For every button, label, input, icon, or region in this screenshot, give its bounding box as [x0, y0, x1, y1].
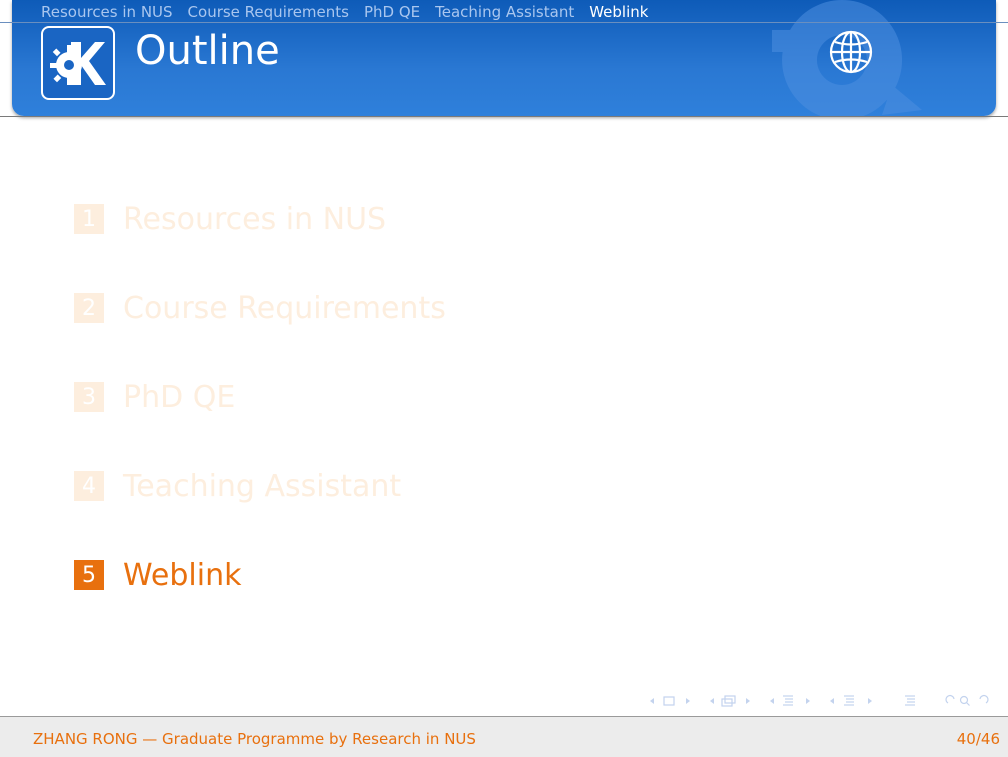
- toc-label: Course Requirements: [123, 290, 446, 326]
- toc-label: PhD QE: [123, 379, 236, 415]
- nav-item-course-requirements[interactable]: Course Requirements: [188, 3, 349, 21]
- toc-number: 5: [74, 560, 104, 590]
- toc-label: Weblink: [123, 557, 242, 593]
- kde-logo-icon: [41, 26, 115, 100]
- globe-icon: [829, 30, 873, 74]
- nav-search-icon[interactable]: [959, 695, 970, 706]
- toc-number: 2: [74, 293, 104, 323]
- toc-item-current[interactable]: 5 Weblink: [74, 557, 242, 593]
- slide-title: Outline: [135, 28, 280, 74]
- nav-appendix-icon[interactable]: [905, 695, 915, 706]
- nav-frame-icon[interactable]: [650, 696, 690, 706]
- toc-item[interactable]: 3 PhD QE: [74, 379, 236, 415]
- nav-document-icon[interactable]: [830, 695, 872, 706]
- nav-section-icon[interactable]: [770, 695, 810, 706]
- toc-label: Teaching Assistant: [123, 468, 402, 504]
- beamer-navigation-symbols: [646, 693, 996, 709]
- toc-number: 3: [74, 382, 104, 412]
- section-navigation: Resources in NUS Course Requirements PhD…: [41, 3, 648, 21]
- toc-number: 4: [74, 471, 104, 501]
- nav-back-icon[interactable]: [945, 695, 955, 704]
- page-number: 40/46: [956, 730, 1000, 748]
- nav-item-teaching-assistant[interactable]: Teaching Assistant: [435, 3, 574, 21]
- nav-subsection-icon[interactable]: [710, 695, 750, 707]
- toc-item[interactable]: 2 Course Requirements: [74, 290, 446, 326]
- nav-item-resources[interactable]: Resources in NUS: [41, 3, 173, 21]
- nav-item-phd-qe[interactable]: PhD QE: [364, 3, 420, 21]
- slide-footer: ZHANG RONG — Graduate Programme by Resea…: [0, 716, 1008, 757]
- nav-item-weblink[interactable]: Weblink: [589, 3, 648, 21]
- header-rule-bottom: [0, 116, 1008, 117]
- toc-item[interactable]: 4 Teaching Assistant: [74, 468, 402, 504]
- nav-forward-icon[interactable]: [979, 695, 989, 704]
- footer-author-title: ZHANG RONG — Graduate Programme by Resea…: [33, 730, 476, 748]
- header-rule-top: [0, 22, 1008, 23]
- toc-number: 1: [74, 204, 104, 234]
- toc-label: Resources in NUS: [123, 201, 387, 237]
- toc-item[interactable]: 1 Resources in NUS: [74, 201, 387, 237]
